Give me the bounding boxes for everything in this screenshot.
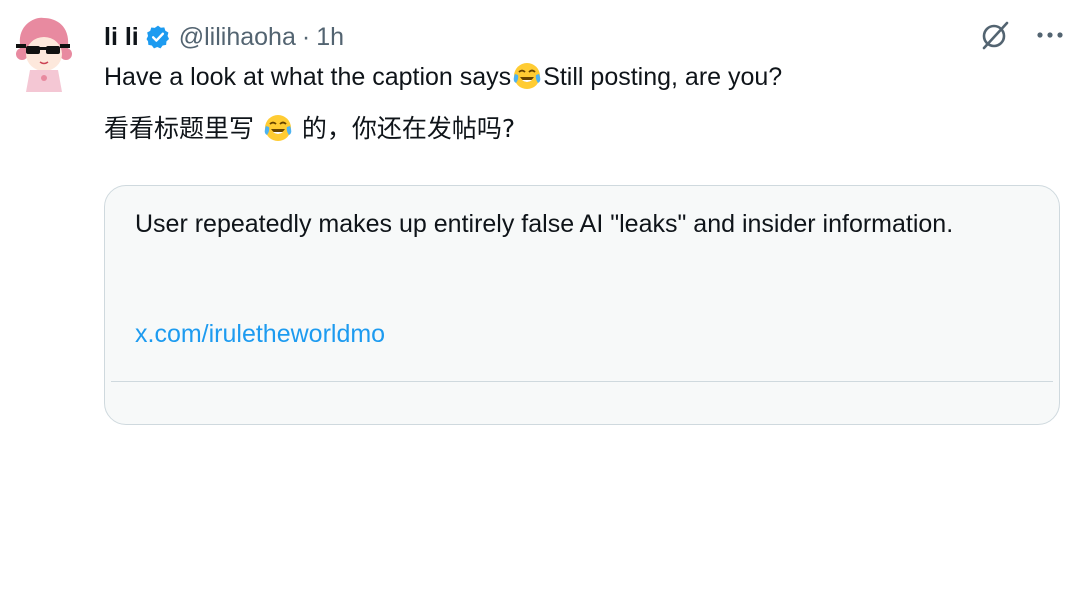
more-options-icon[interactable] bbox=[1034, 19, 1066, 51]
separator-dot: · bbox=[301, 22, 311, 51]
grok-icon[interactable] bbox=[978, 18, 1012, 52]
post-actions bbox=[978, 18, 1066, 52]
author-handle[interactable]: @lilihaoha bbox=[179, 23, 296, 52]
community-note-text: User repeatedly makes up entirely false … bbox=[135, 210, 954, 238]
post-text-zh-part2: 的，你还在发帖吗? bbox=[293, 114, 516, 143]
post-text-chinese: 看看标题里写 的，你还在发帖吗? bbox=[104, 112, 515, 146]
post-text-en-part1: Have a look at what the caption says bbox=[104, 63, 512, 91]
community-note-link[interactable]: x.com/iruletheworldmo bbox=[135, 320, 385, 349]
verified-badge-icon bbox=[146, 25, 169, 49]
avatar[interactable] bbox=[12, 14, 74, 96]
post-text-english: Have a look at what the caption says Sti… bbox=[104, 60, 782, 94]
post-text-en-part2: Still posting, are you? bbox=[543, 63, 783, 91]
author-name[interactable]: li li bbox=[104, 23, 139, 52]
post-header: li li @lilihaoha · 1h bbox=[104, 20, 344, 54]
post-timestamp[interactable]: 1h bbox=[316, 23, 344, 52]
tears-of-joy-emoji-icon bbox=[264, 115, 292, 141]
tears-of-joy-emoji-icon bbox=[513, 63, 541, 89]
post-text-zh-part1: 看看标题里写 bbox=[104, 114, 262, 143]
card-divider bbox=[111, 381, 1053, 592]
community-note-card[interactable]: User repeatedly makes up entirely false … bbox=[104, 185, 1060, 425]
